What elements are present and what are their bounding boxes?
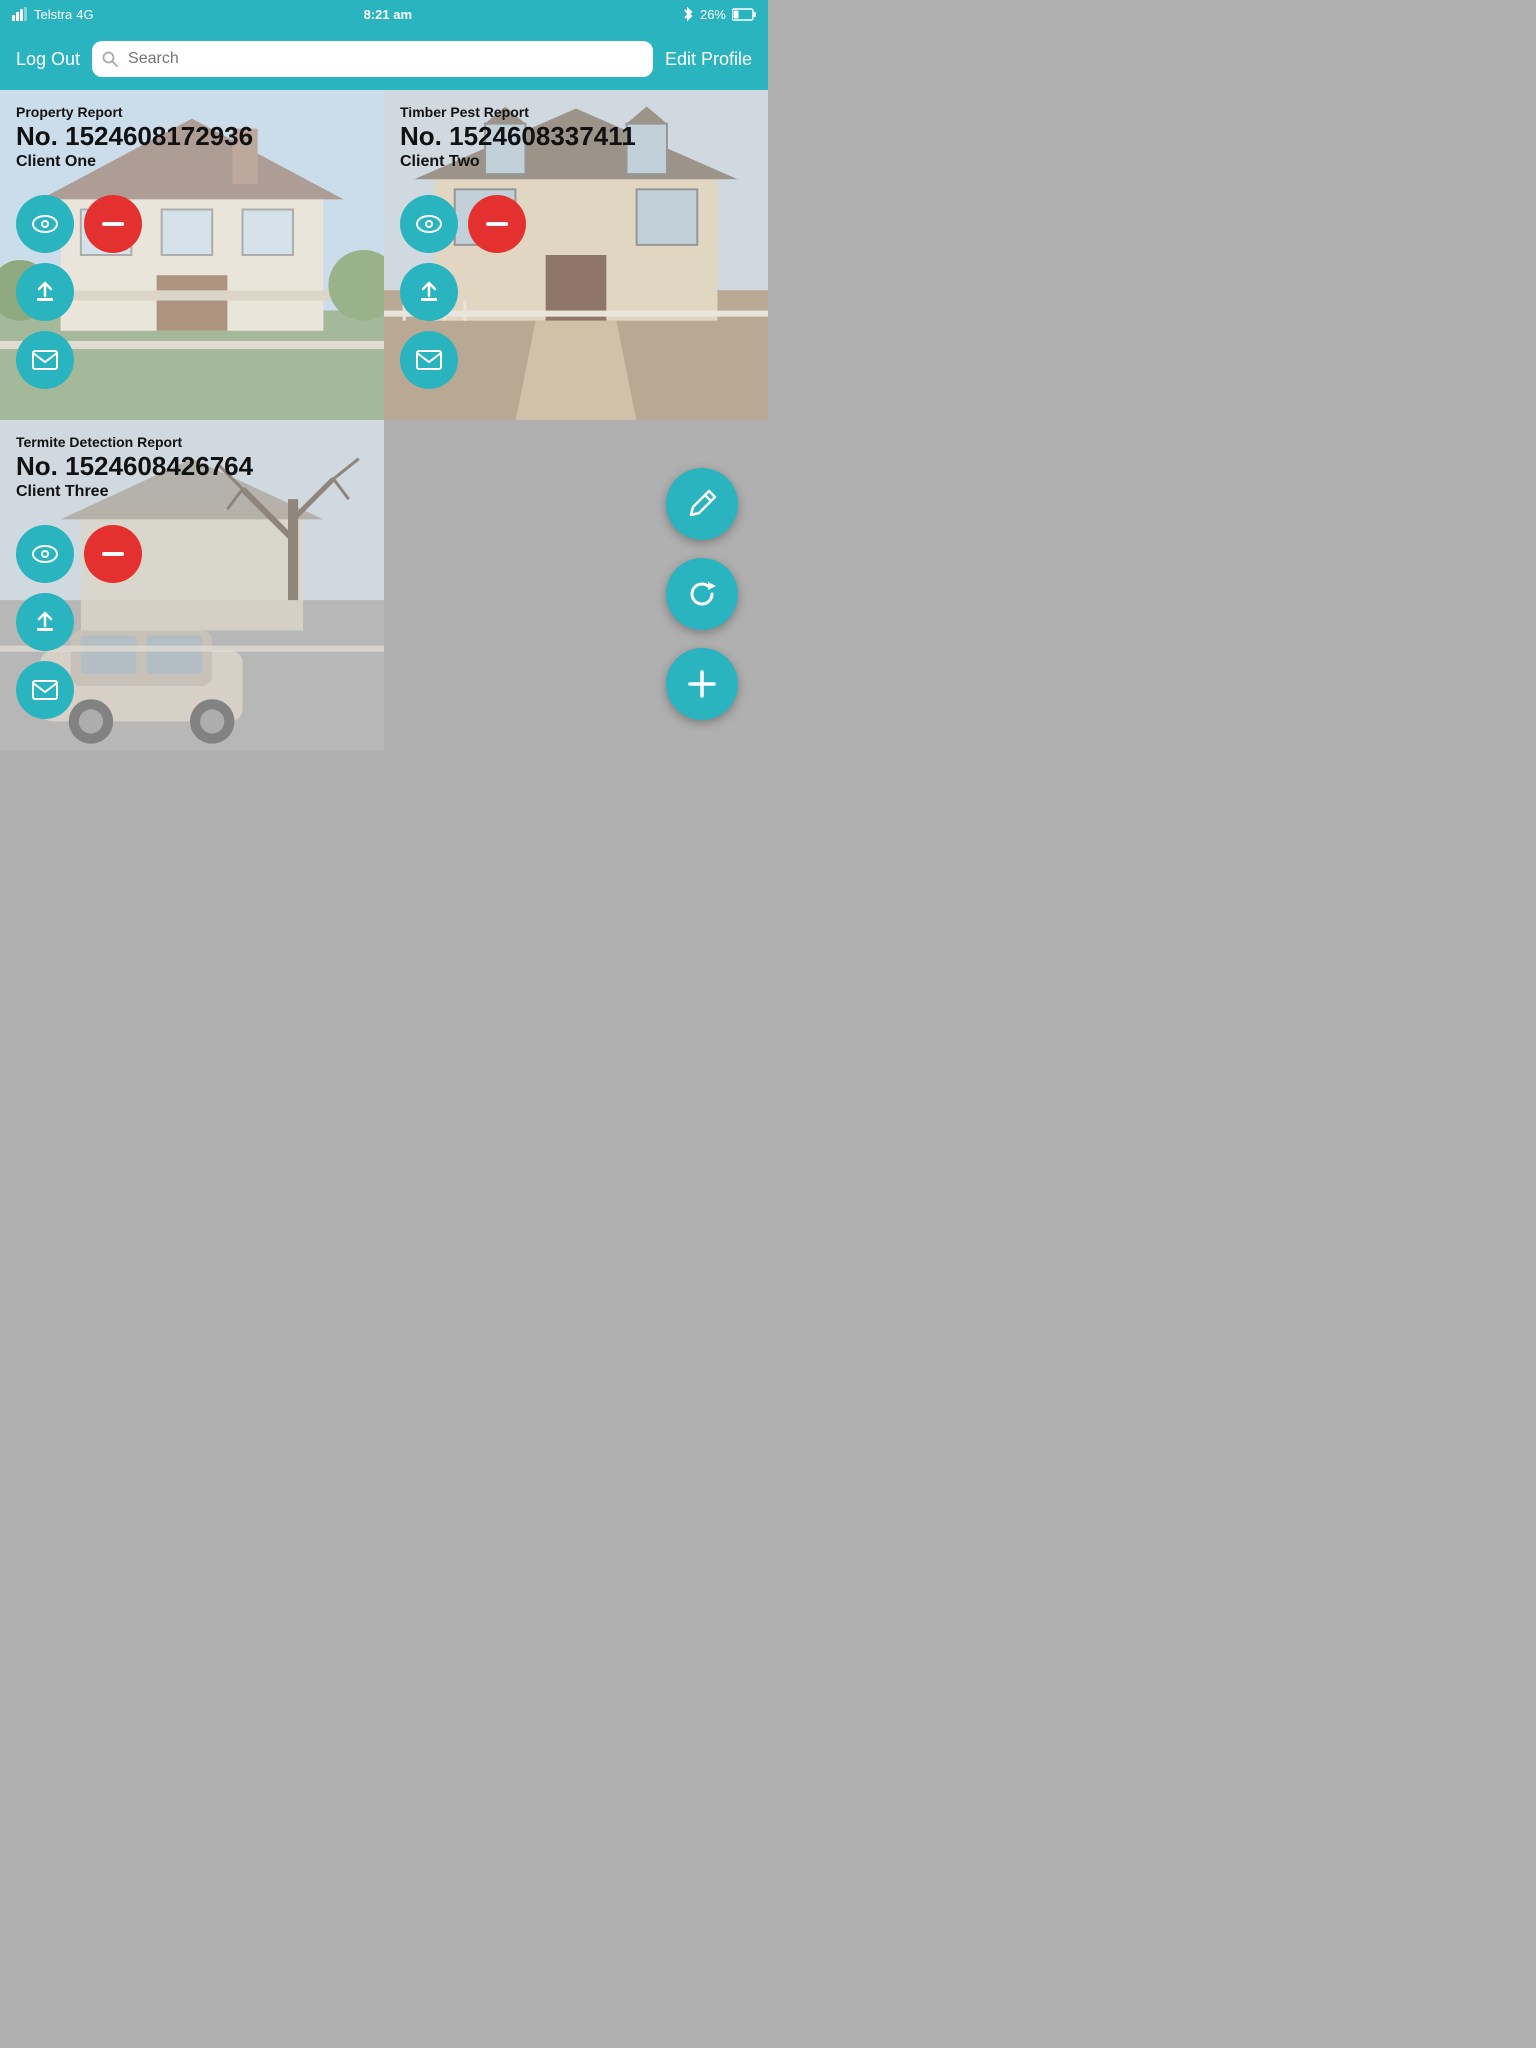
card-content-1: Property Report No. 1524608172936 Client… (0, 90, 384, 185)
delete-button-2[interactable] (468, 195, 526, 253)
pencil-icon (685, 487, 719, 521)
upload-icon-2 (417, 280, 441, 304)
action-row-1c (16, 331, 368, 389)
refresh-icon (686, 578, 718, 610)
status-bar: Telstra 4G 8:21 am 26% (0, 0, 768, 28)
upload-icon-1 (33, 280, 57, 304)
battery-icon (732, 8, 756, 21)
action-row-2c (400, 331, 752, 389)
network-label: 4G (76, 7, 93, 22)
delete-button-3[interactable] (84, 525, 142, 583)
card-number-2: No. 1524608337411 (400, 122, 752, 151)
card-content-2: Timber Pest Report No. 1524608337411 Cli… (384, 90, 768, 185)
action-row-2a (400, 195, 752, 253)
status-time: 8:21 am (364, 7, 412, 22)
eye-icon-1 (32, 215, 58, 233)
card-client-1: Client One (16, 153, 368, 171)
bluetooth-icon (682, 6, 694, 22)
report-type-1: Property Report (16, 104, 368, 120)
report-type-3: Termite Detection Report (16, 434, 368, 450)
view-button-1[interactable] (16, 195, 74, 253)
view-button-3[interactable] (16, 525, 74, 583)
email-icon-2 (416, 350, 442, 370)
card-number-3: No. 1524608426764 (16, 452, 368, 481)
action-row-3a (16, 525, 368, 583)
report-type-2: Timber Pest Report (400, 104, 752, 120)
upload-button-1[interactable] (16, 263, 74, 321)
action-row-1b (16, 263, 368, 321)
view-button-2[interactable] (400, 195, 458, 253)
refresh-fab-button[interactable] (666, 558, 738, 630)
card-actions-1 (0, 185, 384, 399)
card-client-2: Client Two (400, 153, 752, 171)
upload-icon-3 (33, 610, 57, 634)
email-icon-3 (32, 680, 58, 700)
upload-button-2[interactable] (400, 263, 458, 321)
action-row-2b (400, 263, 752, 321)
email-button-3[interactable] (16, 661, 74, 719)
email-button-2[interactable] (400, 331, 458, 389)
report-card-2: Timber Pest Report No. 1524608337411 Cli… (384, 90, 768, 420)
report-card-3: Termite Detection Report No. 15246084267… (0, 420, 384, 750)
carrier-label: Telstra (34, 7, 72, 22)
edit-fab-button[interactable] (666, 468, 738, 540)
email-icon-1 (32, 350, 58, 370)
edit-profile-button[interactable]: Edit Profile (665, 49, 752, 70)
card-client-3: Client Three (16, 483, 368, 501)
card-number-1: No. 1524608172936 (16, 122, 368, 151)
plus-icon (686, 668, 718, 700)
search-input[interactable] (92, 41, 653, 77)
eye-icon-3 (32, 545, 58, 563)
action-row-1a (16, 195, 368, 253)
card-content-3: Termite Detection Report No. 15246084267… (0, 420, 384, 515)
signal-icon (12, 7, 30, 21)
status-right: 26% (682, 6, 756, 22)
upload-button-3[interactable] (16, 593, 74, 651)
minus-icon-3 (102, 551, 124, 557)
card-actions-3 (0, 515, 384, 729)
logout-button[interactable]: Log Out (16, 49, 80, 70)
delete-button-1[interactable] (84, 195, 142, 253)
search-wrapper (92, 41, 653, 77)
status-left: Telstra 4G (12, 7, 94, 22)
add-fab-button[interactable] (666, 648, 738, 720)
action-row-3c (16, 661, 368, 719)
battery-label: 26% (700, 7, 726, 22)
email-button-1[interactable] (16, 331, 74, 389)
bottom-right-area (384, 420, 768, 750)
action-row-3b (16, 593, 368, 651)
minus-icon-1 (102, 221, 124, 227)
nav-bar: Log Out Edit Profile (0, 28, 768, 90)
minus-icon-2 (486, 221, 508, 227)
main-content: Property Report No. 1524608172936 Client… (0, 90, 768, 750)
report-card-1: Property Report No. 1524608172936 Client… (0, 90, 384, 420)
card-actions-2 (384, 185, 768, 399)
eye-icon-2 (416, 215, 442, 233)
fab-container (666, 468, 738, 720)
